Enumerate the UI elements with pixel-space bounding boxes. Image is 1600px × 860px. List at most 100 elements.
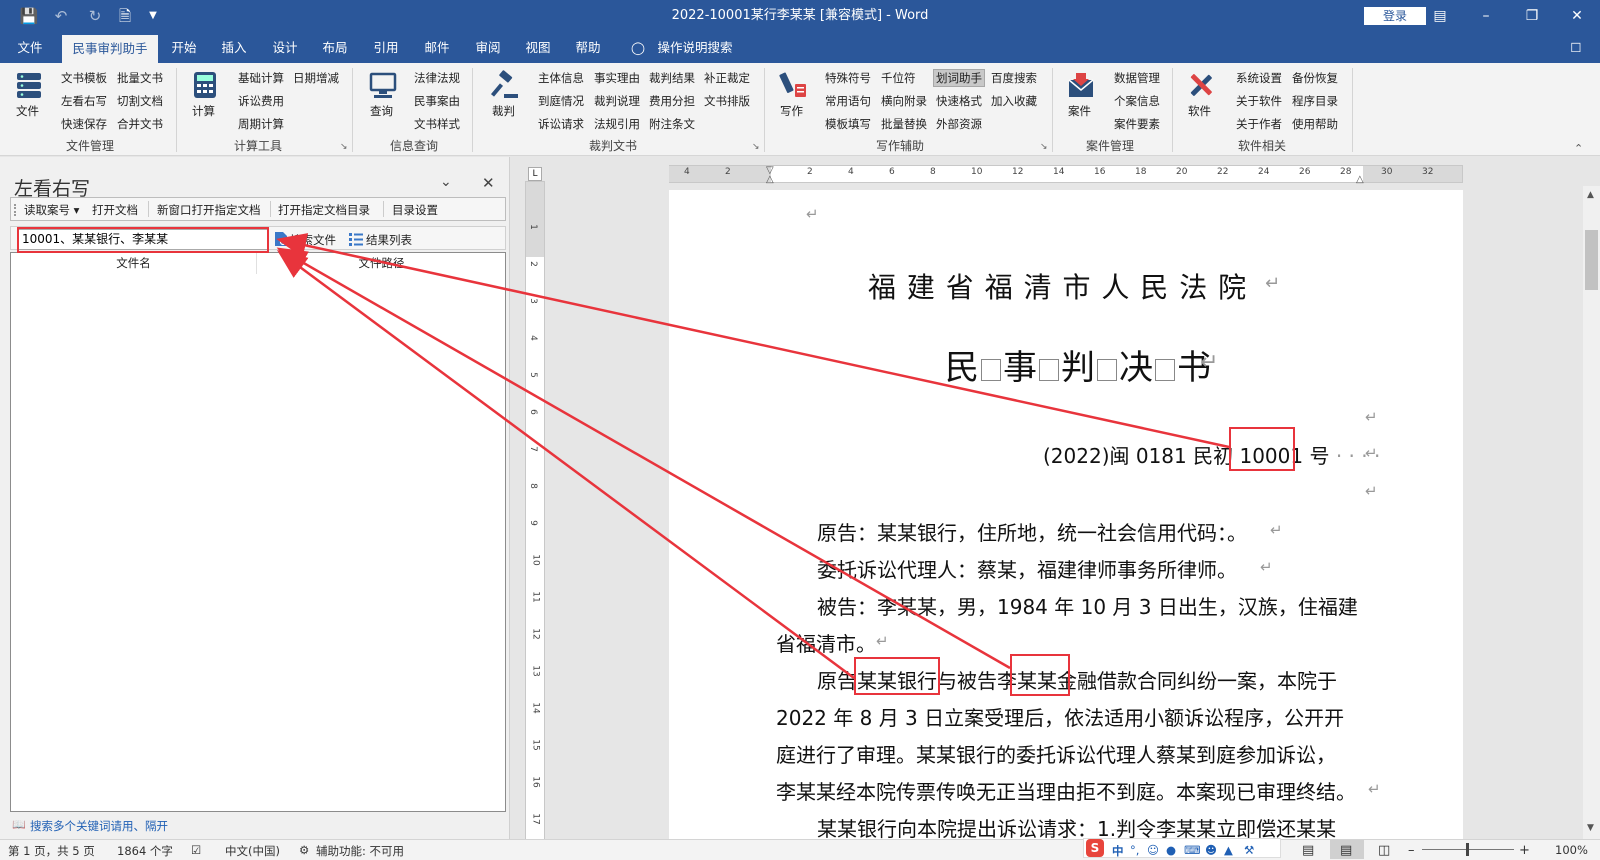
ribbon-item[interactable]: 关于作者 (1236, 116, 1282, 132)
minimize-button[interactable]: – (1463, 0, 1509, 32)
user-icon[interactable]: ☻ (1205, 843, 1217, 857)
ribbon-item[interactable]: 备份恢复 (1292, 70, 1338, 86)
big-button-write[interactable]: 写作 (780, 103, 803, 119)
read-case-number-button[interactable]: 读取案号 ▾ (24, 202, 79, 218)
search-file-button[interactable]: 搜索文件 (290, 232, 336, 248)
ribbon-display-icon[interactable]: ▤ (1417, 0, 1463, 32)
tab-help[interactable]: 帮助 (568, 32, 608, 63)
zoom-out-icon[interactable]: – (1408, 843, 1415, 858)
scroll-up-arrow[interactable]: ▲ (1587, 190, 1594, 200)
ribbon-item[interactable]: 到庭情况 (538, 93, 584, 109)
page-count[interactable]: 第 1 页，共 5 页 (8, 843, 95, 859)
customize-qat-icon[interactable]: ▼ (138, 0, 168, 32)
ribbon-item[interactable]: 特殊符号 (825, 70, 871, 86)
word-count[interactable]: 1864 个字 (117, 843, 173, 859)
ribbon-item[interactable]: 基础计算 (238, 70, 284, 86)
web-layout-icon[interactable]: ◫ (1378, 843, 1390, 858)
ribbon-item[interactable]: 个案信息 (1114, 93, 1160, 109)
new-doc-icon[interactable]: 🗎 (110, 0, 140, 32)
save-icon[interactable]: 💾 (14, 0, 44, 32)
zoom-level[interactable]: 100% (1555, 843, 1588, 857)
ribbon-item[interactable]: 事实理由 (594, 70, 640, 86)
big-button-query[interactable]: 查询 (370, 103, 393, 119)
ribbon-item[interactable]: 法规引用 (594, 116, 640, 132)
proofing-icon[interactable]: ☑ (191, 843, 201, 857)
tab-file[interactable]: 文件 (8, 32, 52, 63)
ribbon-item[interactable]: 文书模板 (61, 70, 107, 86)
results-grid[interactable] (10, 252, 506, 812)
wrench-icon[interactable]: ⚒ (1244, 843, 1254, 857)
right-indent-marker[interactable]: △ (1356, 174, 1364, 185)
ribbon-item[interactable]: 文书排版 (704, 93, 750, 109)
ribbon-item[interactable]: 裁判结果 (649, 70, 695, 86)
ribbon-item[interactable]: 文书样式 (414, 116, 460, 132)
ribbon-item-selected[interactable]: 划词助手 (933, 69, 985, 87)
ribbon-item[interactable]: 关于软件 (1236, 93, 1282, 109)
tab-civil-assistant[interactable]: 民事审判助手 (62, 35, 158, 63)
ribbon-item[interactable]: 费用分担 (649, 93, 695, 109)
punctuation-icon[interactable]: °, (1130, 843, 1139, 857)
ribbon-item[interactable]: 附注条文 (649, 116, 695, 132)
ribbon-item[interactable]: 横向附录 (881, 93, 927, 109)
result-list-button[interactable]: 结果列表 (366, 232, 412, 248)
big-button-judgment[interactable]: 裁判 (492, 103, 515, 119)
ribbon-item[interactable]: 切割文档 (117, 93, 163, 109)
zoom-in-icon[interactable]: + (1519, 843, 1530, 858)
ribbon-item-left-read-right-write[interactable]: 左看右写 (61, 93, 107, 109)
ribbon-item[interactable]: 批量替换 (881, 116, 927, 132)
tab-insert[interactable]: 插入 (214, 32, 254, 63)
open-document-button[interactable]: 打开文档 (92, 202, 138, 218)
tell-me-search[interactable]: 操作说明搜索 (650, 32, 740, 63)
tab-design[interactable]: 设计 (265, 32, 305, 63)
scroll-thumb[interactable] (1585, 230, 1598, 290)
directory-settings-button[interactable]: 目录设置 (392, 202, 438, 218)
left-indent-marker[interactable]: △ (766, 174, 774, 185)
ime-mode[interactable]: 中 (1112, 843, 1124, 859)
pane-close-icon[interactable]: ✕ (482, 174, 495, 192)
big-button-file[interactable]: 文件 (16, 103, 39, 119)
ribbon-item[interactable]: 案件要素 (1114, 116, 1160, 132)
ribbon-item[interactable]: 补正裁定 (704, 70, 750, 86)
open-in-new-window-button[interactable]: 新窗口打开指定文档 (157, 202, 261, 218)
emoji-icon[interactable]: ☺ (1147, 843, 1159, 857)
tab-home[interactable]: 开始 (164, 32, 204, 63)
accessibility-status[interactable]: 辅助功能: 不可用 (316, 843, 404, 859)
ribbon-item[interactable]: 快速保存 (61, 116, 107, 132)
redo-icon[interactable]: ↻ (80, 0, 110, 32)
column-header-filename[interactable]: 文件名 (11, 253, 257, 274)
ribbon-item[interactable]: 周期计算 (238, 116, 284, 132)
ribbon-item[interactable]: 常用语句 (825, 93, 871, 109)
ribbon-item[interactable]: 千位符 (881, 70, 916, 86)
skin-icon[interactable]: ▲ (1224, 843, 1233, 857)
keyboard-icon[interactable]: ⌨ (1184, 843, 1201, 857)
zoom-slider-handle[interactable] (1466, 843, 1469, 856)
read-mode-icon[interactable]: ▤ (1302, 843, 1314, 858)
tab-references[interactable]: 引用 (366, 32, 406, 63)
sogou-ime-icon[interactable]: S (1086, 839, 1104, 857)
column-header-filepath[interactable]: 文件路径 (258, 253, 505, 274)
language-status[interactable]: 中文(中国) (225, 843, 280, 859)
ribbon-item[interactable]: 使用帮助 (1292, 116, 1338, 132)
ribbon-item[interactable]: 主体信息 (538, 70, 584, 86)
dialog-launcher-icon[interactable]: ↘ (1040, 142, 1048, 152)
ribbon-item[interactable]: 批量文书 (117, 70, 163, 86)
ribbon-item[interactable]: 数据管理 (1114, 70, 1160, 86)
ribbon-item[interactable]: 诉讼费用 (238, 93, 284, 109)
restore-button[interactable]: ❐ (1509, 0, 1555, 32)
ribbon-item[interactable]: 程序目录 (1292, 93, 1338, 109)
ribbon-item[interactable]: 模板填写 (825, 116, 871, 132)
ribbon-item[interactable]: 快速格式 (936, 93, 982, 109)
ribbon-item[interactable]: 合并文书 (117, 116, 163, 132)
microphone-icon[interactable]: ● (1166, 843, 1176, 857)
ribbon-item[interactable]: 加入收藏 (991, 93, 1037, 109)
ribbon-item[interactable]: 法律法规 (414, 70, 460, 86)
ribbon-item[interactable]: 系统设置 (1236, 70, 1282, 86)
tab-stop-selector[interactable]: L (528, 167, 542, 181)
collapse-ribbon-icon[interactable]: ⌃ (1574, 142, 1583, 155)
ribbon-item[interactable]: 日期增减 (293, 70, 339, 86)
big-button-software[interactable]: 软件 (1188, 103, 1211, 119)
print-layout-icon[interactable]: ▤ (1340, 843, 1352, 858)
ribbon-item[interactable]: 诉讼请求 (538, 116, 584, 132)
ribbon-item[interactable]: 民事案由 (414, 93, 460, 109)
pane-options-icon[interactable]: ⌄ (440, 174, 452, 190)
